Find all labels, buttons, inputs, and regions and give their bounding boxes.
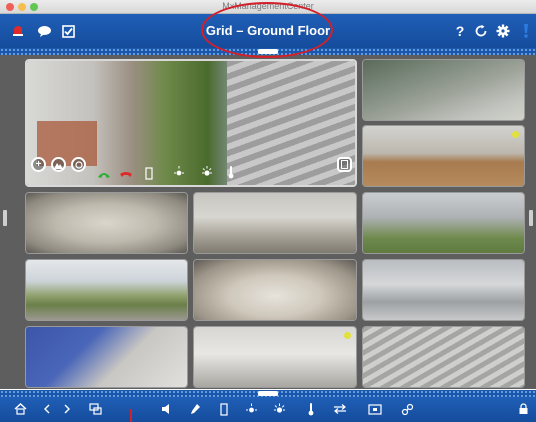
screen-icon[interactable] [368,402,382,416]
top-splitter[interactable] [0,48,536,55]
panorama-scene [26,260,187,320]
lobby-kiosk [37,121,97,166]
phone-hangup-icon[interactable] [119,171,133,182]
camera-lounge[interactable] [25,326,188,388]
top-toolbar: Grid – Ground Floor ? [0,14,536,48]
window-title: MxManagementCenter [222,1,314,11]
zoom-in-icon[interactable]: + [31,157,46,172]
phone-accept-icon[interactable] [97,171,111,182]
stairs-scene [363,327,524,387]
target-icon[interactable] [71,157,86,172]
camera-outdoor-panorama[interactable] [25,259,188,321]
back-icon[interactable] [40,402,54,416]
microphone-icon[interactable] [188,402,202,416]
light-high-icon[interactable] [272,402,286,416]
facade-scene [363,193,524,253]
status-dot [344,332,351,339]
light-low-icon[interactable] [244,402,258,416]
bottom-splitter[interactable] [0,390,536,397]
camera-atrium[interactable] [193,192,357,254]
camera-parking-entrance[interactable] [362,259,525,321]
corridor-scene [26,193,187,253]
camera-grid: + [0,55,536,389]
camera-stairs[interactable] [362,326,525,388]
lounge-scene [26,327,187,387]
office-scene [363,126,524,186]
window-titlebar: MxManagementCenter [0,0,536,14]
camera-hallway[interactable] [193,326,357,388]
top-splitter-handle[interactable] [258,49,278,54]
settings-icon[interactable] [495,23,511,39]
camera-lobby-main[interactable]: + [25,59,357,187]
camera-office-floor[interactable] [362,125,525,187]
home-icon[interactable] [13,402,27,416]
hallway-scene [194,327,356,387]
thermometer-icon[interactable] [227,165,235,182]
forward-icon[interactable] [60,402,74,416]
pointer-annotation-line [130,409,132,422]
bottom-splitter-handle[interactable] [258,391,278,396]
link-icon[interactable] [400,402,414,416]
status-dot [512,131,519,138]
right-splitter-handle[interactable] [529,210,533,226]
light-low-icon[interactable] [173,165,185,182]
parking-scene [363,60,524,120]
camera-lecture-hall[interactable] [193,259,357,321]
speaker-icon[interactable] [160,402,174,416]
help-icon[interactable]: ? [452,23,468,39]
camera-facade[interactable] [362,192,525,254]
light-high-icon[interactable] [201,165,213,182]
alert-icon[interactable] [518,23,534,39]
image-adjust-icon[interactable] [51,157,66,172]
thermometer-icon[interactable] [304,402,318,416]
swap-icon[interactable] [333,402,347,416]
parking-entrance-scene [363,260,524,320]
fullscreen-icon[interactable] [337,157,352,172]
layout-icon[interactable] [88,402,102,416]
bottom-toolbar [0,397,536,422]
left-splitter-handle[interactable] [3,210,7,226]
door-icon[interactable] [145,167,153,183]
atrium-scene [194,193,356,253]
lecture-hall-scene [194,260,356,320]
lock-icon[interactable] [516,402,530,416]
camera-parking-lot-top[interactable] [362,59,525,121]
door-icon[interactable] [217,402,231,416]
camera-corridor-fisheye[interactable] [25,192,188,254]
refresh-icon[interactable] [473,23,489,39]
